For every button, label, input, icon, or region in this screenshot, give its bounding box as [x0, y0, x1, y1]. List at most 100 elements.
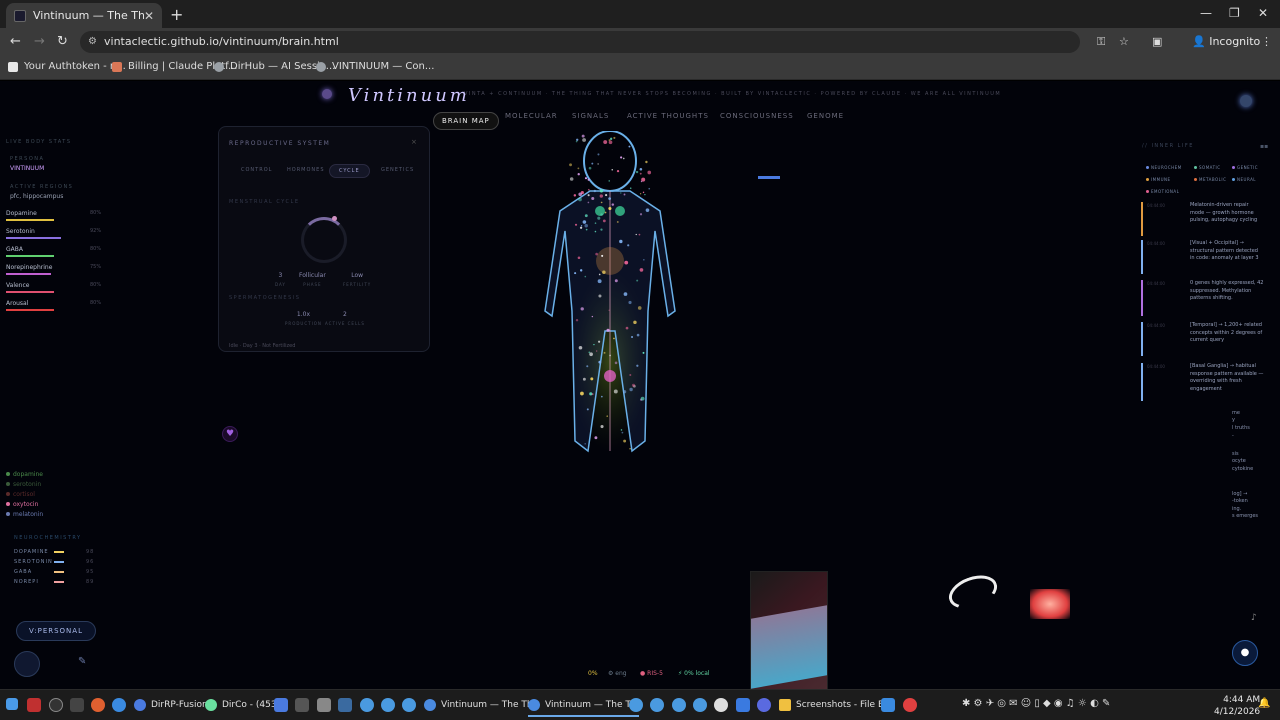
app-icon[interactable]: [714, 698, 728, 712]
body-map-figure[interactable]: [520, 131, 700, 511]
chrome-icon[interactable]: [629, 698, 643, 712]
chrome-icon[interactable]: [381, 698, 395, 712]
tab-cycle[interactable]: CYCLE: [329, 164, 370, 178]
tab-control[interactable]: CONTROL: [241, 167, 272, 173]
app-icon[interactable]: [274, 698, 288, 712]
inner-life-entry[interactable]: 04:44:00 Melatonin-driven repair mode — g…: [1141, 202, 1263, 236]
menu-icon[interactable]: ⋮: [1261, 35, 1272, 48]
nav-active-thoughts[interactable]: ACTIVE THOUGHTS: [627, 112, 709, 120]
bookmark-item[interactable]: Your Authtoken - n...: [8, 61, 126, 72]
restore-icon[interactable]: ❐: [1229, 6, 1240, 20]
taskbar-item[interactable]: DirCo - (453: [205, 699, 277, 711]
chrome-icon[interactable]: [650, 698, 664, 712]
ngrok-icon: [8, 61, 18, 72]
incognito-indicator[interactable]: 👤 Incognito: [1192, 35, 1260, 48]
chrome-icon[interactable]: [402, 698, 416, 712]
filter-tag[interactable]: METABOLIC: [1194, 177, 1226, 182]
taskbar-item-active[interactable]: Vintinuum — The Thi: [528, 699, 640, 717]
close-panel-icon[interactable]: ×: [411, 138, 417, 146]
app-icon[interactable]: [295, 698, 309, 712]
site-logo[interactable]: Vintinuum: [348, 85, 470, 106]
system-clock[interactable]: 4:44 AM 4/12/2026: [1214, 694, 1260, 718]
nav-genome[interactable]: GENOME: [807, 112, 844, 120]
filter-tag[interactable]: SOMATIC: [1194, 165, 1220, 170]
taskbar-item[interactable]: Screenshots - File Exp: [779, 699, 895, 711]
neuro-name: GABA: [6, 246, 23, 253]
chrome-icon[interactable]: [672, 698, 686, 712]
browser-tab[interactable]: Vintinuum — The Thing That N ✕: [6, 3, 162, 28]
new-tab-icon[interactable]: +: [170, 5, 183, 24]
start-windows-icon[interactable]: [6, 698, 18, 710]
filter-tag[interactable]: IMMUNE: [1146, 177, 1171, 182]
neural-spark: [591, 315, 594, 318]
stat-label: DAY: [275, 282, 286, 287]
taskbar-item[interactable]: DirRP-Fusior: [134, 699, 206, 711]
app-icon: [134, 699, 146, 711]
nav-signals[interactable]: SIGNALS: [572, 112, 609, 120]
filter-tag[interactable]: EMOTIONAL: [1146, 189, 1179, 194]
chem-chip[interactable]: melatonin: [6, 511, 43, 518]
minimize-icon[interactable]: —: [1200, 6, 1212, 20]
close-tab-icon[interactable]: ✕: [144, 9, 154, 23]
tab-genetics[interactable]: GENETICS: [381, 167, 414, 173]
forward-icon[interactable]: →: [34, 34, 45, 49]
grid-toggle-icon[interactable]: ▪▪: [1260, 143, 1268, 150]
app-icon[interactable]: [736, 698, 750, 712]
discord-icon[interactable]: [757, 698, 771, 712]
chem-chip[interactable]: oxytocin: [6, 501, 38, 508]
steam-icon[interactable]: [338, 698, 352, 712]
app-icon[interactable]: [70, 698, 84, 712]
filter-tag[interactable]: NEURAL: [1232, 177, 1256, 182]
address-bar[interactable]: ⚙ vintaclectic.github.io/vintinuum/brain…: [80, 31, 1080, 53]
filter-tag[interactable]: GENETIC: [1232, 165, 1258, 170]
neural-spark: [601, 395, 603, 398]
filter-tag[interactable]: NEUROCHEM: [1146, 165, 1182, 170]
app-icon[interactable]: [903, 698, 917, 712]
bookmark-star-icon[interactable]: ☆: [1119, 35, 1129, 48]
back-icon[interactable]: ←: [10, 34, 21, 49]
reload-icon[interactable]: ↻: [57, 34, 68, 49]
vscode-icon[interactable]: [881, 698, 895, 712]
personal-mode-button[interactable]: V:PERSONAL: [16, 621, 96, 641]
chat-icon[interactable]: ●: [1232, 640, 1258, 666]
persona-label: PERSONA: [10, 156, 45, 162]
pen-icon[interactable]: ✎: [78, 656, 86, 667]
nav-consciousness[interactable]: CONSCIOUSNESS: [720, 112, 794, 120]
app-icon[interactable]: [112, 698, 126, 712]
settings-orb-icon[interactable]: [1240, 95, 1252, 107]
entry-time: 04:44:00: [1147, 203, 1165, 208]
chrome-icon[interactable]: [360, 698, 374, 712]
audio-orb-icon[interactable]: [14, 651, 40, 677]
tab-hormones[interactable]: HORMONES: [287, 167, 325, 173]
inner-life-entry[interactable]: 04:44:00 [Basal Ganglia] → habitual respo…: [1141, 363, 1263, 401]
notification-bell-icon[interactable]: 🔔: [1258, 698, 1270, 709]
nav-molecular[interactable]: MOLECULAR: [505, 112, 558, 120]
app-icon[interactable]: [27, 698, 41, 712]
heart-icon[interactable]: ♥: [222, 426, 238, 442]
neural-spark: [623, 439, 627, 443]
password-key-icon[interactable]: ⚿: [1097, 35, 1105, 49]
bookmark-item[interactable]: VINTINUUM — Con...: [316, 61, 434, 72]
close-window-icon[interactable]: ✕: [1258, 6, 1268, 20]
app-icon[interactable]: [49, 698, 63, 712]
neural-spark: [644, 194, 646, 196]
chem-chip[interactable]: serotonin: [6, 481, 41, 488]
chrome-icon[interactable]: [693, 698, 707, 712]
neural-spark: [601, 254, 604, 257]
chem-chip[interactable]: dopamine: [6, 471, 43, 478]
music-note-icon[interactable]: ♪: [1251, 613, 1257, 623]
tab-search-icon[interactable]: ▣: [1152, 35, 1162, 48]
tray-icons[interactable]: ✱ ⚙ ✈ ◎ ✉ ☺ ▯ ◆ ◉ ♫ ☼ ◐ ✎: [962, 698, 1110, 709]
firefox-icon[interactable]: [91, 698, 105, 712]
inner-life-entry[interactable]: 04:44:00 [Temporal] → 1,200+ related conc…: [1141, 322, 1263, 356]
neural-spark: [616, 170, 620, 173]
inner-life-entry[interactable]: 04:44:00 [Visual + Occipital] → structura…: [1141, 240, 1263, 274]
neural-spark: [578, 346, 583, 350]
site-info-icon[interactable]: ⚙: [88, 31, 97, 53]
app-icon[interactable]: [317, 698, 331, 712]
taskbar-item[interactable]: Vintinuum — The Thi: [424, 699, 535, 711]
tag-label: IMMUNE: [1151, 177, 1171, 182]
inner-life-entry[interactable]: 04:44:00 0 genes highly expressed, 42 sup…: [1141, 280, 1263, 316]
nav-brain-map[interactable]: BRAIN MAP: [433, 112, 499, 130]
chem-chip[interactable]: cortisol: [6, 491, 35, 498]
